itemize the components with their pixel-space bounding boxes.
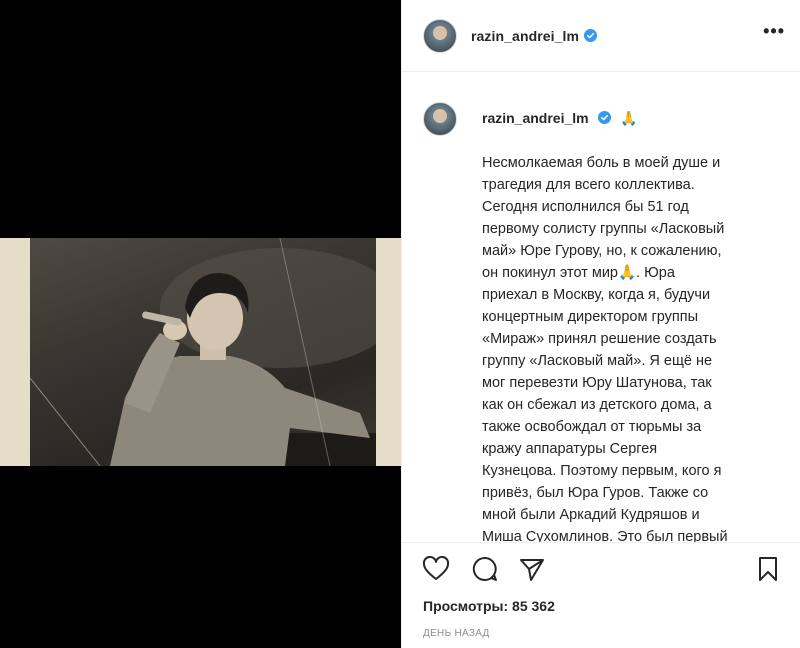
photo-image xyxy=(30,238,376,466)
photo-illustration xyxy=(30,238,376,466)
verified-badge-icon xyxy=(584,29,598,42)
author-username[interactable]: razin_andrei_lm xyxy=(471,28,579,44)
caption-text: Несмолкаемая боль в моей душе и трагедия… xyxy=(482,155,728,542)
post-side-panel: razin_andrei_lm ••• razin_andrei_lm 🙏 Не… xyxy=(401,0,800,648)
views-count[interactable]: Просмотры: 85 362 xyxy=(423,598,555,614)
heart-icon[interactable] xyxy=(421,554,451,584)
post-media[interactable] xyxy=(0,0,401,648)
caption-author-username[interactable]: razin_andrei_lm xyxy=(482,110,589,126)
bookmark-icon[interactable] xyxy=(753,554,783,584)
post-timestamp[interactable]: ДЕНЬ НАЗАД xyxy=(423,628,490,639)
post-actions: Просмотры: 85 362 ДЕНЬ НАЗАД xyxy=(402,542,800,648)
caption-section: razin_andrei_lm 🙏 Несмолкаемая боль в мо… xyxy=(402,72,800,542)
paper-plane-icon[interactable] xyxy=(517,554,547,584)
author-avatar[interactable] xyxy=(423,18,457,53)
praying-hands-emoji: 🙏 xyxy=(620,110,638,126)
verified-badge-icon xyxy=(597,111,611,124)
caption-author-avatar[interactable] xyxy=(423,102,457,136)
comment-bubble-icon[interactable] xyxy=(470,554,500,584)
post-photo[interactable] xyxy=(0,238,401,466)
more-options-icon[interactable]: ••• xyxy=(763,22,785,40)
caption-author-line: razin_andrei_lm 🙏 xyxy=(482,110,638,127)
post-header: razin_andrei_lm ••• xyxy=(402,0,800,72)
